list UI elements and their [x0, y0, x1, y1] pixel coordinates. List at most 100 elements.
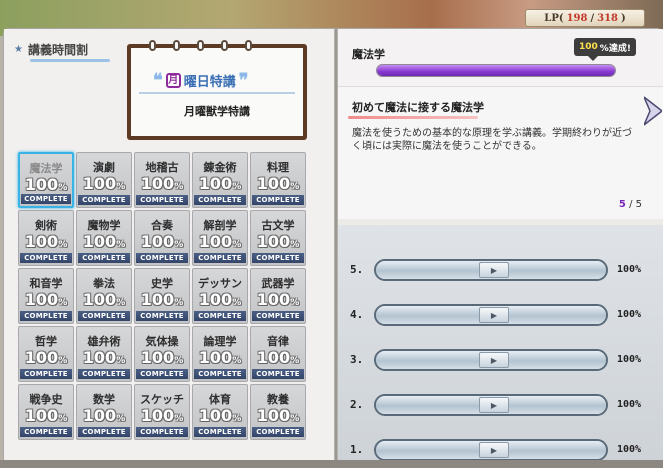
practice-number: 3.	[350, 353, 364, 366]
subject-tile[interactable]: 史学 100% COMPLETE	[134, 268, 190, 324]
subject-tile[interactable]: 解剖学 100% COMPLETE	[192, 210, 248, 266]
practice-row: 2. ▶ 100%	[338, 394, 663, 418]
subject-tile-percent: 100%	[19, 406, 73, 425]
practice-number: 5.	[350, 263, 364, 276]
subject-tile-name: 魔物学	[87, 219, 121, 232]
subject-tile-percent-unit: %	[58, 356, 68, 366]
subject-tile-percent-value: 100	[256, 174, 291, 193]
notebook-panel: ★ 講義時間割 ❝ 月 曜日特講 ❞ 月曜獣学特講 魔法学 100% COMPL…	[3, 28, 663, 468]
subject-tile[interactable]: 論理学 100% COMPLETE	[192, 326, 248, 382]
subject-tile-percent-value: 100	[256, 290, 291, 309]
subject-tile[interactable]: スケッチ 100% COMPLETE	[134, 384, 190, 440]
play-button[interactable]: ▶	[479, 307, 509, 323]
page-next-arrow-icon[interactable]	[644, 95, 662, 127]
subject-tile-percent-value: 100	[24, 290, 59, 309]
subject-tile[interactable]: 料理 100% COMPLETE	[250, 152, 306, 208]
subject-progress-bar	[376, 64, 616, 77]
practice-number: 2.	[350, 398, 364, 411]
practice-number: 4.	[350, 308, 364, 321]
subject-tile-name: 数学	[93, 393, 115, 406]
subject-tile-percent-unit: %	[174, 414, 184, 424]
complete-band: COMPLETE	[194, 195, 246, 205]
subject-tile-percent-unit: %	[58, 298, 68, 308]
subject-tile-name: 体育	[209, 393, 231, 406]
subject-tile-percent-unit: %	[232, 298, 242, 308]
subject-tile-name: 教養	[267, 393, 289, 406]
subject-tile-name: 論理学	[203, 335, 237, 348]
play-button[interactable]: ▶	[479, 397, 509, 413]
complete-band: COMPLETE	[136, 427, 188, 437]
subject-tile[interactable]: 魔法学 100% COMPLETE	[18, 152, 74, 208]
subject-tile-name: 雄弁術	[87, 335, 121, 348]
complete-band: COMPLETE	[194, 311, 246, 321]
subject-tile[interactable]: 拳法 100% COMPLETE	[76, 268, 132, 324]
star-icon: ★	[14, 43, 23, 55]
subject-tile[interactable]: 和音学 100% COMPLETE	[18, 268, 74, 324]
bottom-rim	[0, 460, 663, 468]
open-quote-icon: ❝	[153, 70, 163, 91]
complete-band: COMPLETE	[252, 253, 304, 263]
subject-tile-percent: 100%	[193, 174, 247, 193]
lp-close: )	[620, 12, 626, 24]
practice-percent: 100%	[617, 444, 642, 455]
subject-tile[interactable]: 地稽古 100% COMPLETE	[134, 152, 190, 208]
complete-band: COMPLETE	[194, 427, 246, 437]
subject-tile-percent-value: 100	[256, 406, 291, 425]
lp-label: LP(	[544, 12, 564, 24]
subject-tile-percent-unit: %	[174, 240, 184, 250]
subject-tile-name: 地稽古	[145, 161, 179, 174]
practice-number: 1.	[350, 443, 364, 456]
subject-tile[interactable]: 気体操 100% COMPLETE	[134, 326, 190, 382]
subject-tile-name: スケッチ	[140, 393, 184, 406]
practice-progress-bar: ▶	[374, 304, 608, 326]
subject-tile[interactable]: 雄弁術 100% COMPLETE	[76, 326, 132, 382]
subject-tile-percent-unit: %	[116, 298, 126, 308]
subject-tile-percent: 100%	[135, 290, 189, 309]
subject-tile-name: 戦争史	[29, 393, 63, 406]
lp-max: 318	[597, 12, 618, 24]
subject-tile-name: 音律	[267, 335, 289, 348]
subject-tile[interactable]: 合奏 100% COMPLETE	[134, 210, 190, 266]
subject-tile-name: 演劇	[93, 161, 115, 174]
subject-tile[interactable]: 戦争史 100% COMPLETE	[18, 384, 74, 440]
play-button[interactable]: ▶	[479, 442, 509, 458]
complete-band: COMPLETE	[252, 369, 304, 379]
subject-tile[interactable]: 哲学 100% COMPLETE	[18, 326, 74, 382]
complete-band: COMPLETE	[78, 427, 130, 437]
play-button[interactable]: ▶	[479, 262, 509, 278]
subject-tile[interactable]: デッサン 100% COMPLETE	[192, 268, 248, 324]
achievement-badge: 100 %達成!	[574, 38, 636, 61]
subject-tile[interactable]: 音律 100% COMPLETE	[250, 326, 306, 382]
subject-tile[interactable]: 魔物学 100% COMPLETE	[76, 210, 132, 266]
subject-tile-name: 気体操	[145, 335, 179, 348]
subject-tile[interactable]: 教養 100% COMPLETE	[250, 384, 306, 440]
subject-tile[interactable]: 体育 100% COMPLETE	[192, 384, 248, 440]
subject-tile-percent: 100%	[19, 232, 73, 251]
subject-tile[interactable]: 錬金術 100% COMPLETE	[192, 152, 248, 208]
subject-tile-percent-value: 100	[140, 290, 175, 309]
subject-tile[interactable]: 古文学 100% COMPLETE	[250, 210, 306, 266]
day-heading: ❝ 月 曜日特講 ❞	[153, 70, 248, 91]
play-button[interactable]: ▶	[479, 352, 509, 368]
subject-tile-percent-unit: %	[232, 414, 242, 424]
binder-rings	[149, 40, 252, 51]
subject-tile-percent-unit: %	[58, 183, 68, 193]
subject-tile[interactable]: 数学 100% COMPLETE	[76, 384, 132, 440]
schedule-page: ★ 講義時間割 ❝ 月 曜日特講 ❞ 月曜獣学特講 魔法学 100% COMPL…	[4, 29, 334, 468]
subject-tile[interactable]: 演劇 100% COMPLETE	[76, 152, 132, 208]
achievement-suffix: %達成!	[599, 43, 631, 54]
subject-progress-fill	[377, 65, 615, 76]
achievement-value: 100	[579, 42, 598, 52]
subject-tile[interactable]: 剣術 100% COMPLETE	[18, 210, 74, 266]
schedule-title: 講義時間割	[27, 42, 88, 57]
complete-band: COMPLETE	[20, 253, 72, 263]
lp-separator: /	[590, 12, 595, 24]
subject-tile-percent-value: 100	[82, 348, 117, 367]
subject-tile-percent-value: 100	[24, 175, 59, 194]
note-divider	[139, 92, 295, 94]
subject-tile[interactable]: 武器学 100% COMPLETE	[250, 268, 306, 324]
subject-tile-percent-value: 100	[198, 174, 233, 193]
subject-tile-percent-value: 100	[140, 174, 175, 193]
practice-percent: 100%	[617, 399, 642, 410]
subject-tile-percent: 100%	[251, 290, 305, 309]
